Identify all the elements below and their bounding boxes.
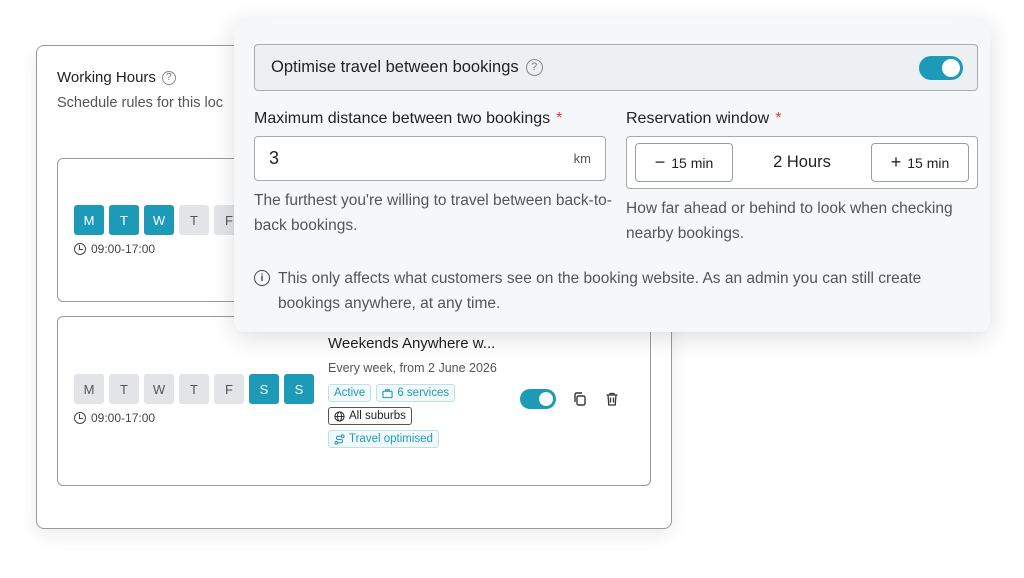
day-friday[interactable]: F — [214, 374, 244, 404]
max-distance-unit: km — [573, 151, 591, 166]
required-marker: * — [775, 110, 782, 127]
help-icon[interactable]: ? — [161, 70, 176, 85]
optimise-travel-label-group: Optimise travel between bookings ? — [271, 58, 543, 77]
day-sunday[interactable]: S — [284, 374, 314, 404]
rule-time: 09:00-17:00 — [74, 411, 155, 425]
increment-label: 15 min — [907, 154, 950, 171]
working-hours-title: Working Hours ? — [57, 69, 176, 86]
reservation-window-help: How far ahead or behind to look when che… — [626, 200, 953, 242]
globe-icon — [334, 410, 345, 422]
rule-time-text: 09:00-17:00 — [91, 411, 156, 425]
rule-schedule: Every week, from 2 June 2026 — [328, 361, 497, 375]
reservation-window-label: Reservation window * — [626, 110, 781, 128]
day-wednesday[interactable]: W — [144, 374, 174, 404]
services-badge-text: 6 services — [397, 387, 450, 399]
increment-button[interactable]: + 15 min — [871, 143, 969, 182]
trash-icon[interactable] — [604, 391, 620, 407]
max-distance-label: Maximum distance between two bookings * — [254, 110, 562, 128]
reservation-window-label-text: Reservation window — [626, 110, 770, 127]
help-icon[interactable]: ? — [525, 59, 543, 76]
rule-actions — [520, 389, 620, 409]
admin-note-text: This only affects what customers see on … — [278, 270, 922, 312]
max-distance-help: The furthest you're willing to travel be… — [254, 192, 612, 234]
optimise-travel-label: Optimise travel between bookings — [271, 58, 519, 76]
required-marker: * — [556, 110, 563, 127]
day-wednesday[interactable]: W — [144, 205, 174, 235]
rule-time: 09:00-17:00 — [74, 242, 155, 256]
day-monday[interactable]: M — [74, 205, 104, 235]
max-distance-value[interactable]: 3 — [269, 148, 279, 169]
rule-tags: Active 6 services All suburbs Travel opt… — [328, 384, 518, 448]
day-tuesday[interactable]: T — [109, 374, 139, 404]
travel-settings-card: Optimise travel between bookings ? Maxim… — [234, 18, 990, 332]
area-badge: All suburbs — [328, 407, 412, 425]
reservation-window-stepper: − 15 min 2 Hours + 15 min — [626, 136, 978, 189]
clock-icon — [74, 243, 86, 255]
briefcase-icon — [382, 388, 393, 398]
day-tuesday[interactable]: T — [109, 205, 139, 235]
copy-icon[interactable] — [572, 391, 588, 407]
max-distance-label-text: Maximum distance between two bookings — [254, 110, 551, 127]
info-icon: i — [254, 270, 270, 286]
status-badge: Active — [328, 384, 372, 402]
day-selector: M T W T F — [74, 205, 244, 235]
rule-title: Weekends Anywhere w... — [328, 335, 496, 352]
plus-icon: + — [890, 152, 902, 172]
working-hours-subtitle: Schedule rules for this loc — [57, 95, 224, 111]
admin-note: i This only affects what customers see o… — [254, 266, 978, 316]
route-icon — [334, 433, 345, 445]
services-badge: 6 services — [376, 384, 456, 402]
optimise-travel-toggle[interactable] — [919, 56, 963, 80]
travel-badge-text: Travel optimised — [349, 433, 433, 445]
rule-time-text: 09:00-17:00 — [91, 242, 156, 256]
day-thursday[interactable]: T — [179, 205, 209, 235]
schedule-rule-card: M T W T F S S 09:00-17:00 Weekends Anywh… — [57, 316, 651, 486]
area-badge-text: All suburbs — [349, 410, 406, 422]
rule-details: Weekends Anywhere w... Every week, from … — [328, 335, 518, 448]
day-thursday[interactable]: T — [179, 374, 209, 404]
optimise-travel-row: Optimise travel between bookings ? — [254, 44, 978, 91]
max-distance-input[interactable]: 3 km — [254, 136, 606, 181]
rule-enabled-toggle[interactable] — [520, 389, 556, 409]
day-monday[interactable]: M — [74, 374, 104, 404]
clock-icon — [74, 412, 86, 424]
working-hours-title-text: Working Hours — [57, 69, 156, 86]
travel-badge: Travel optimised — [328, 430, 439, 448]
day-saturday[interactable]: S — [249, 374, 279, 404]
day-selector: M T W T F S S — [74, 374, 314, 404]
